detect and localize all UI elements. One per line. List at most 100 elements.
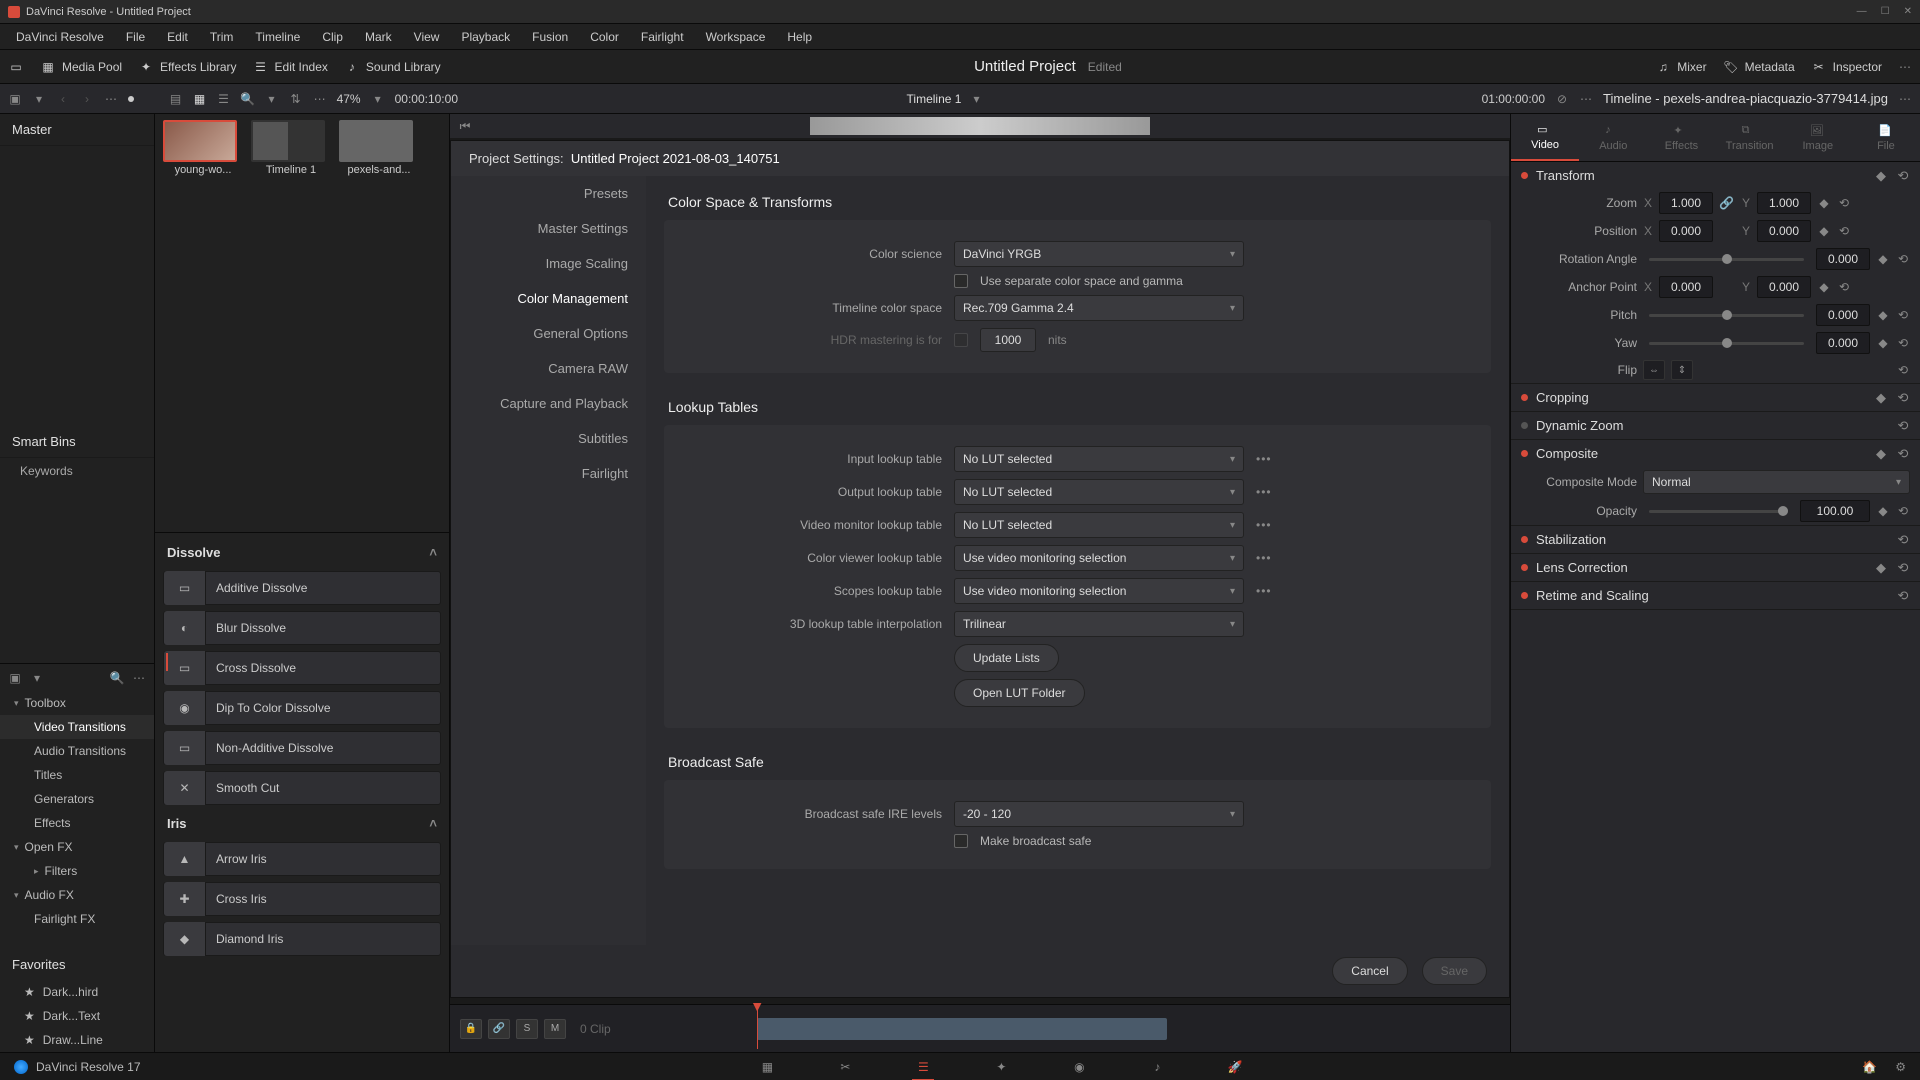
deliver-page-icon[interactable]: 🚀: [1224, 1057, 1246, 1077]
skip-start-icon[interactable]: ⏮: [458, 119, 472, 133]
sound-library-button[interactable]: ♪Sound Library: [344, 59, 441, 75]
minimize-button[interactable]: —: [1857, 6, 1867, 17]
chevron-down-icon[interactable]: ▾: [32, 92, 46, 106]
reset-icon[interactable]: ⟲: [1896, 391, 1910, 405]
more-icon[interactable]: •••: [1256, 584, 1272, 598]
menu-fusion[interactable]: Fusion: [522, 26, 578, 48]
input-lut-dropdown[interactable]: No LUT selected▾: [954, 446, 1244, 472]
menu-help[interactable]: Help: [777, 26, 822, 48]
fusion-page-icon[interactable]: ✦: [990, 1057, 1012, 1077]
reset-icon[interactable]: ⟲: [1837, 196, 1851, 210]
bypass-icon[interactable]: ⊘: [1555, 92, 1569, 106]
menu-file[interactable]: File: [116, 26, 155, 48]
more-icon[interactable]: •••: [1256, 485, 1272, 499]
yaw-slider[interactable]: [1649, 342, 1804, 345]
keyframe-icon[interactable]: ◆: [1876, 308, 1890, 322]
video-transitions[interactable]: Video Transitions: [0, 715, 154, 739]
fx-group-iris[interactable]: Iris˄: [155, 808, 449, 839]
list-view-icon[interactable]: ☰: [217, 92, 231, 106]
filmstrip-icon[interactable]: ▤: [169, 92, 183, 106]
effects[interactable]: Effects: [0, 811, 154, 835]
openfx-group[interactable]: ▾Open FX: [0, 835, 154, 859]
tab-transition[interactable]: ⧉Transition: [1716, 114, 1784, 161]
reset-icon[interactable]: ⟲: [1837, 224, 1851, 238]
more-icon[interactable]: ⋯: [1579, 92, 1593, 106]
media-pool-button[interactable]: ▦Media Pool: [40, 59, 122, 75]
collapse-icon[interactable]: ˄: [429, 816, 437, 831]
timeline-name[interactable]: Timeline 1: [907, 92, 962, 106]
composite-mode-dropdown[interactable]: Normal▾: [1643, 470, 1910, 494]
hdr-checkbox[interactable]: [954, 333, 968, 347]
yaw-input[interactable]: [1816, 332, 1870, 354]
reset-icon[interactable]: ⟲: [1896, 169, 1910, 183]
open-lut-folder-button[interactable]: Open LUT Folder: [954, 679, 1085, 707]
menu-color[interactable]: Color: [580, 26, 629, 48]
tab-video[interactable]: ▭Video: [1511, 114, 1579, 161]
fx-dip-to-color[interactable]: ◉Dip To Color Dissolve: [163, 691, 441, 725]
chevron-down-icon[interactable]: ▾: [371, 92, 385, 106]
nav-subtitles[interactable]: Subtitles: [451, 421, 646, 456]
fx-non-additive[interactable]: ▭Non-Additive Dissolve: [163, 731, 441, 765]
filters[interactable]: ▸Filters: [0, 859, 154, 883]
favorite-item[interactable]: ★Dark...Text: [0, 1004, 154, 1028]
clip-thumbnail[interactable]: [339, 120, 413, 162]
keyframe-icon[interactable]: ◆: [1874, 391, 1888, 405]
interp-dropdown[interactable]: Trilinear▾: [954, 611, 1244, 637]
flip-v-button[interactable]: ⇕: [1671, 360, 1693, 380]
fx-diamond-iris[interactable]: ◆Diamond Iris: [163, 922, 441, 956]
anchor-y-input[interactable]: [1757, 276, 1811, 298]
close-button[interactable]: ✕: [1904, 6, 1912, 17]
layout-icon[interactable]: ▭: [8, 59, 24, 75]
tab-audio[interactable]: ♪Audio: [1579, 114, 1647, 161]
flip-h-button[interactable]: ⇔: [1643, 360, 1665, 380]
search-icon[interactable]: 🔍: [110, 671, 124, 685]
timeline-clip[interactable]: [757, 1018, 1167, 1040]
menu-fairlight[interactable]: Fairlight: [631, 26, 694, 48]
nav-camera-raw[interactable]: Camera RAW: [451, 351, 646, 386]
fx-blur-dissolve[interactable]: ◐Blur Dissolve: [163, 611, 441, 645]
keyframe-icon[interactable]: ◆: [1817, 280, 1831, 294]
save-button[interactable]: Save: [1422, 957, 1487, 985]
toolbox-group[interactable]: ▾Toolbox: [0, 691, 154, 715]
more-icon[interactable]: •••: [1256, 452, 1272, 466]
search-icon[interactable]: 🔍: [241, 92, 255, 106]
next-icon[interactable]: ›: [80, 92, 94, 106]
metadata-button[interactable]: 🏷Metadata: [1723, 59, 1795, 75]
enabled-dot[interactable]: [1521, 394, 1528, 401]
keyframe-icon[interactable]: ◆: [1874, 169, 1888, 183]
enabled-dot[interactable]: [1521, 592, 1528, 599]
menu-davinci[interactable]: DaVinci Resolve: [6, 26, 114, 48]
cut-page-icon[interactable]: ✂: [834, 1057, 856, 1077]
hdr-nits-input[interactable]: [980, 328, 1036, 352]
mute-button[interactable]: M: [544, 1019, 566, 1039]
nav-general-options[interactable]: General Options: [451, 316, 646, 351]
clip-item[interactable]: young-wo...: [163, 120, 243, 176]
clip-thumbnail[interactable]: [163, 120, 237, 162]
clip-item[interactable]: pexels-and...: [339, 120, 419, 176]
nav-capture-playback[interactable]: Capture and Playback: [451, 386, 646, 421]
stabilization-header[interactable]: Stabilization⟲: [1511, 526, 1920, 553]
reset-icon[interactable]: ⟲: [1896, 419, 1910, 433]
ire-levels-dropdown[interactable]: -20 - 120▾: [954, 801, 1244, 827]
fx-smooth-cut[interactable]: ✕Smooth Cut: [163, 771, 441, 805]
retime-header[interactable]: Retime and Scaling⟲: [1511, 582, 1920, 609]
separate-colorspace-checkbox[interactable]: [954, 274, 968, 288]
more-icon[interactable]: ⋯: [1898, 92, 1912, 106]
scopes-lut-dropdown[interactable]: Use video monitoring selection▾: [954, 578, 1244, 604]
link-icon[interactable]: 🔗: [488, 1019, 510, 1039]
menu-mark[interactable]: Mark: [355, 26, 402, 48]
chevron-down-icon[interactable]: ▾: [969, 92, 983, 106]
more-icon[interactable]: ⋯: [1898, 60, 1912, 74]
menu-timeline[interactable]: Timeline: [245, 26, 310, 48]
edit-index-button[interactable]: ☰Edit Index: [253, 59, 328, 75]
lock-icon[interactable]: 🔒: [460, 1019, 482, 1039]
pitch-slider[interactable]: [1649, 314, 1804, 317]
edit-page-icon[interactable]: ☰: [912, 1057, 934, 1077]
menu-playback[interactable]: Playback: [451, 26, 520, 48]
color-page-icon[interactable]: ◉: [1068, 1057, 1090, 1077]
menu-trim[interactable]: Trim: [200, 26, 244, 48]
enabled-dot[interactable]: [1521, 536, 1528, 543]
keyframe-icon[interactable]: ◆: [1876, 336, 1890, 350]
nav-fairlight[interactable]: Fairlight: [451, 456, 646, 491]
audiofx-group[interactable]: ▾Audio FX: [0, 883, 154, 907]
